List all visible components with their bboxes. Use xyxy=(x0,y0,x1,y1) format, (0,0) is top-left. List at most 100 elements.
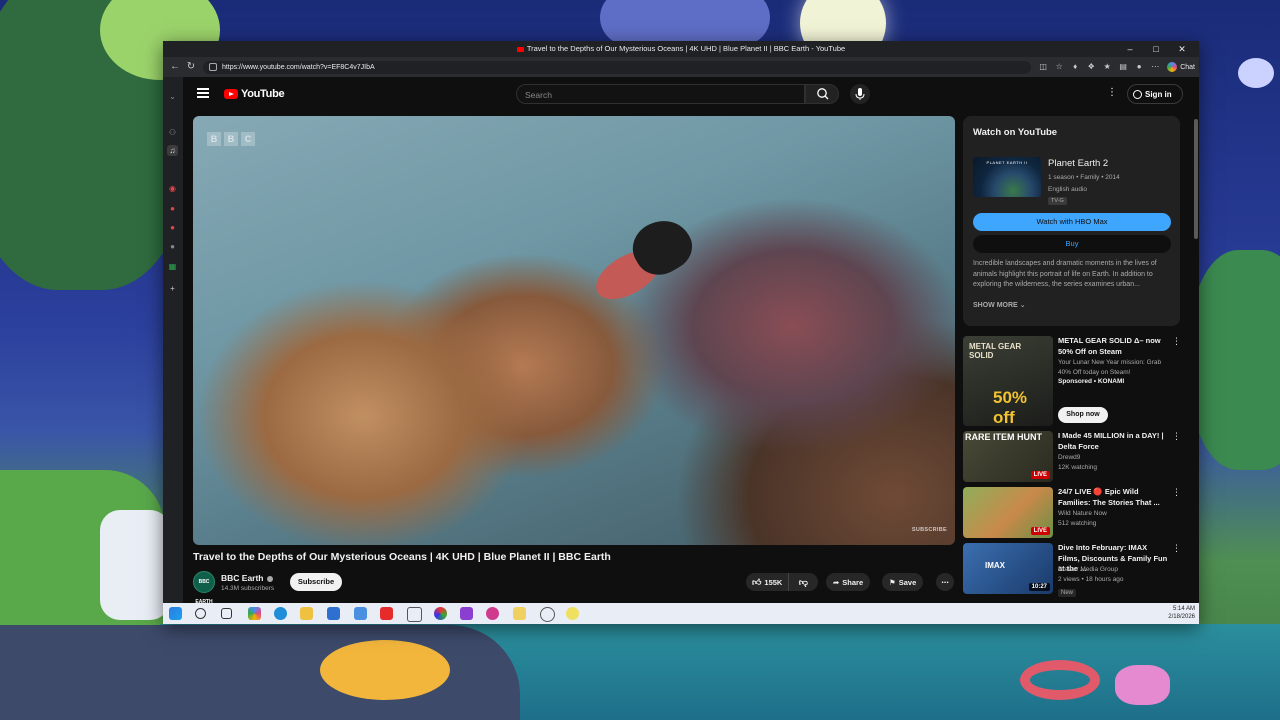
app4-icon[interactable] xyxy=(566,607,579,620)
buy-button[interactable]: Buy xyxy=(973,235,1171,253)
address-bar[interactable]: https://www.youtube.com/watch?v=EF8C4v7J… xyxy=(202,60,1032,74)
rec-viewers: 512 watching xyxy=(1058,520,1097,527)
app-icon[interactable] xyxy=(407,607,422,622)
search-input[interactable] xyxy=(517,86,793,104)
notification-icon[interactable]: ♦ xyxy=(1069,61,1081,73)
folder-icon[interactable] xyxy=(513,607,526,620)
search-button[interactable] xyxy=(805,84,839,104)
sign-in-button[interactable]: Sign in xyxy=(1127,84,1183,104)
task-view-icon[interactable] xyxy=(221,608,232,619)
url-text[interactable]: https://www.youtube.com/watch?v=EF8C4v7J… xyxy=(222,64,375,71)
sidebar-youtube-icon[interactable]: ◉ xyxy=(167,183,178,194)
video-thumbnail[interactable]: LIVE xyxy=(963,487,1053,538)
ad-thumbnail[interactable]: METAL GEAR SOLID 50% off xyxy=(963,336,1053,426)
sidebar-app-icon[interactable]: ● xyxy=(167,203,178,214)
voice-search-button[interactable] xyxy=(850,84,870,104)
youtube-app-icon[interactable] xyxy=(380,607,393,620)
profile-icon[interactable]: ● xyxy=(1133,61,1145,73)
new-badge: New xyxy=(1058,589,1077,597)
subscribe-button[interactable]: Subscribe xyxy=(290,573,342,591)
settings-gear-icon[interactable] xyxy=(540,607,555,622)
show-title[interactable]: Planet Earth 2 xyxy=(1048,158,1108,169)
rec-title[interactable]: METAL GEAR SOLID Δ– now 50% Off on Steam xyxy=(1058,336,1168,357)
sidebar-app3-icon[interactable]: ● xyxy=(167,241,178,252)
store-icon[interactable] xyxy=(327,607,340,620)
menu-icon[interactable] xyxy=(197,88,209,98)
watch-on-youtube-card: Watch on YouTube PLANET EARTH II Planet … xyxy=(963,116,1180,326)
file-explorer-icon[interactable] xyxy=(300,607,313,620)
scrollbar-thumb[interactable] xyxy=(1194,119,1198,239)
collections-icon[interactable]: ▤ xyxy=(1117,61,1129,73)
mail-icon[interactable] xyxy=(354,607,367,620)
duration-badge: 10:27 xyxy=(1028,583,1050,591)
rec-channel[interactable]: Drewd9 xyxy=(1058,454,1080,461)
site-info-icon[interactable] xyxy=(208,63,217,71)
start-menu-icon[interactable] xyxy=(169,607,182,620)
dislike-button[interactable]: 👎︎ xyxy=(792,573,814,591)
show-more-button[interactable]: SHOW MORE ⌄ xyxy=(973,301,1026,309)
reload-button[interactable]: ↻ xyxy=(183,59,199,75)
verified-icon xyxy=(266,575,273,582)
like-button[interactable]: 👍︎ 155K xyxy=(746,573,790,591)
chrome-icon[interactable] xyxy=(434,607,447,620)
rec-channel[interactable]: Brewer Media Group xyxy=(1058,566,1118,573)
thumbnail-text: IMAX xyxy=(985,561,1005,570)
system-clock[interactable]: 5:14 AM 2/18/2026 xyxy=(1168,605,1195,621)
youtube-favicon-icon xyxy=(516,46,524,52)
video-thumbnail[interactable]: RARE ITEM HUNT LIVE xyxy=(963,431,1053,482)
rec-menu-icon[interactable]: ⋮ xyxy=(1172,543,1181,554)
app3-icon[interactable] xyxy=(486,607,499,620)
subscribe-watermark[interactable]: SUBSCRIBE xyxy=(912,527,947,533)
recommendation-item[interactable]: RARE ITEM HUNT LIVE I Made 45 MILLION in… xyxy=(963,431,1181,484)
app-available-icon[interactable]: ◫ xyxy=(1037,61,1049,73)
rec-title[interactable]: I Made 45 MILLION in a DAY! | Delta Forc… xyxy=(1058,431,1168,452)
youtube-logo[interactable]: YouTube xyxy=(224,88,285,100)
copilot-taskbar-icon[interactable] xyxy=(248,607,261,620)
poster-text: PLANET EARTH II xyxy=(986,160,1028,165)
settings-menu-icon[interactable]: ⋮ xyxy=(1107,87,1117,101)
sign-in-label: Sign in xyxy=(1145,89,1172,99)
copilot-chat-button[interactable]: Chat xyxy=(1167,62,1195,72)
back-button[interactable]: ← xyxy=(167,59,183,75)
sidebar-add-icon[interactable]: + xyxy=(167,283,178,294)
channel-name-text[interactable]: BBC Earth xyxy=(221,573,264,583)
app2-icon[interactable] xyxy=(460,607,473,620)
rec-menu-icon[interactable]: ⋮ xyxy=(1172,431,1181,442)
channel-name[interactable]: BBC Earth xyxy=(221,573,273,583)
show-poster[interactable]: PLANET EARTH II xyxy=(973,157,1041,197)
extensions-icon[interactable]: ❖ xyxy=(1085,61,1097,73)
recommendation-item[interactable]: LIVE 24/7 LIVE 🔴 Epic Wild Families: The… xyxy=(963,487,1181,540)
shop-now-button[interactable]: Shop now xyxy=(1058,407,1108,423)
more-actions-button[interactable]: ⋯ xyxy=(936,573,954,591)
channel-avatar[interactable]: BBC EARTH xyxy=(193,571,215,605)
favorite-star-icon[interactable]: ☆ xyxy=(1053,61,1065,73)
copilot-icon[interactable] xyxy=(1238,58,1274,88)
watch-with-hbo-max-button[interactable]: Watch with HBO Max xyxy=(973,213,1171,231)
edge-icon[interactable] xyxy=(274,607,287,620)
clock-date: 2/18/2026 xyxy=(1168,614,1195,620)
rec-menu-icon[interactable]: ⋮ xyxy=(1172,487,1181,498)
maximize-button[interactable]: □ xyxy=(1143,42,1169,56)
rec-title[interactable]: 24/7 LIVE 🔴 Epic Wild Families: The Stor… xyxy=(1058,487,1168,508)
minimize-button[interactable]: – xyxy=(1117,42,1143,56)
recommendation-ad[interactable]: METAL GEAR SOLID 50% off METAL GEAR SOLI… xyxy=(963,336,1181,428)
rec-channel[interactable]: Wild Nature Now xyxy=(1058,510,1107,517)
settings-more-icon[interactable]: ⋯ xyxy=(1149,61,1161,73)
sidebar-collapse-icon[interactable]: ⌄ xyxy=(167,91,178,102)
favorites-icon[interactable]: ★ xyxy=(1101,61,1113,73)
ad-thumbnail-text: METAL GEAR SOLID xyxy=(969,342,1022,360)
video-thumbnail[interactable]: IMAX 10:27 xyxy=(963,543,1053,594)
sidebar-app2-icon[interactable]: ● xyxy=(167,222,178,233)
video-player[interactable]: B B C SUBSCRIBE xyxy=(193,116,955,545)
rec-menu-icon[interactable]: ⋮ xyxy=(1172,336,1181,347)
page-scrollbar[interactable] xyxy=(1193,111,1199,624)
sidebar-audio-icon[interactable]: ♫ xyxy=(167,145,178,156)
recommendation-item[interactable]: IMAX 10:27 Dive Into February: IMAX Film… xyxy=(963,543,1181,598)
search-field[interactable] xyxy=(516,84,805,104)
sidebar-tab-icon[interactable]: ⚇ xyxy=(167,127,178,138)
save-button[interactable]: ⚑ Save xyxy=(882,573,924,591)
close-button[interactable]: ✕ xyxy=(1169,42,1195,56)
search-icon[interactable] xyxy=(195,608,206,619)
share-button[interactable]: ➦ Share xyxy=(826,573,871,591)
sidebar-excel-icon[interactable]: ▦ xyxy=(167,261,178,272)
